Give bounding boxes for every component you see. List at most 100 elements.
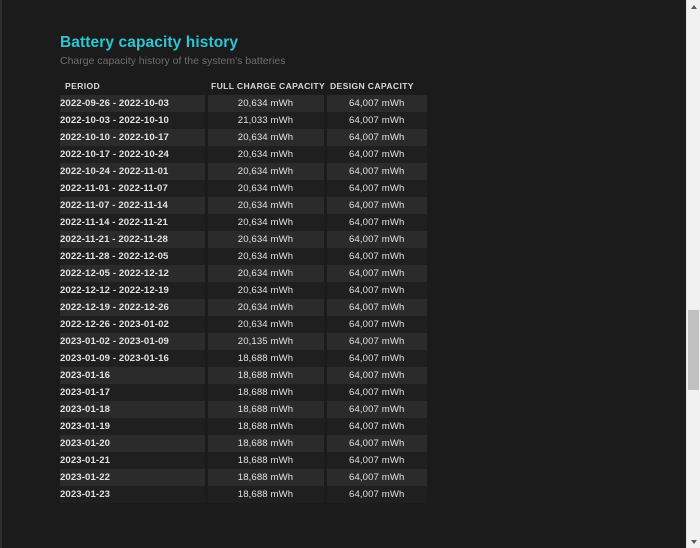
table-row: 2023-01-17 18,688 mWh 64,007 mWh	[60, 384, 427, 401]
table-row: 2022-10-03 - 2022-10-10 21,033 mWh 64,007 …	[60, 112, 427, 129]
scrollbar-track[interactable]	[687, 13, 700, 535]
cell-design_capacity: 64,007 mWh	[325, 316, 427, 333]
cell-full_charge_capacity: 18,688 mWh	[206, 401, 327, 418]
cell-design_capacity: 64,007 mWh	[325, 384, 427, 401]
column-header-design-capacity: DESIGN CAPACITY	[330, 81, 414, 91]
cell-full_charge_capacity: 18,688 mWh	[206, 418, 327, 435]
cell-design_capacity: 64,007 mWh	[325, 197, 427, 214]
table-body: 2022-09-26 - 2022-10-03 20,634 mWh 64,007 …	[60, 95, 427, 503]
cell-period: 2023-01-22	[60, 469, 208, 486]
page-title: Battery capacity history	[60, 34, 239, 51]
battery-report-section: Battery capacity history Charge capacity…	[60, 34, 460, 503]
table-row: 2022-12-26 - 2023-01-02 20,634 mWh 64,007 …	[60, 316, 427, 333]
cell-period: 2022-12-05 - 2022-12-12	[60, 265, 208, 282]
cell-full_charge_capacity: 20,634 mWh	[206, 316, 327, 333]
table-header: PERIOD FULL CHARGE CAPACITY DESIGN CAPAC…	[60, 81, 427, 95]
cell-full_charge_capacity: 20,634 mWh	[206, 146, 327, 163]
table-row: 2023-01-23 18,688 mWh 64,007 mWh	[60, 486, 427, 503]
cell-design_capacity: 64,007 mWh	[325, 401, 427, 418]
cell-full_charge_capacity: 20,634 mWh	[206, 129, 327, 146]
cell-period: 2022-11-14 - 2022-11-21	[60, 214, 208, 231]
cell-full_charge_capacity: 20,634 mWh	[206, 214, 327, 231]
report-page: Battery capacity history Charge capacity…	[0, 0, 686, 548]
table-row: 2022-11-14 - 2022-11-21 20,634 mWh 64,007 …	[60, 214, 427, 231]
battery-capacity-history-table: PERIOD FULL CHARGE CAPACITY DESIGN CAPAC…	[60, 81, 427, 503]
cell-period: 2023-01-23	[60, 486, 208, 503]
table-row: 2022-11-28 - 2022-12-05 20,634 mWh 64,007 …	[60, 248, 427, 265]
vertical-scrollbar[interactable]	[686, 0, 700, 548]
cell-design_capacity: 64,007 mWh	[325, 248, 427, 265]
cell-period: 2023-01-21	[60, 452, 208, 469]
cell-full_charge_capacity: 18,688 mWh	[206, 452, 327, 469]
cell-period: 2022-12-26 - 2023-01-02	[60, 316, 208, 333]
cell-period: 2023-01-09 - 2023-01-16	[60, 350, 208, 367]
table-row: 2022-12-12 - 2022-12-19 20,634 mWh 64,007 …	[60, 282, 427, 299]
cell-full_charge_capacity: 20,634 mWh	[206, 180, 327, 197]
cell-design_capacity: 64,007 mWh	[325, 435, 427, 452]
cell-design_capacity: 64,007 mWh	[325, 214, 427, 231]
cell-full_charge_capacity: 18,688 mWh	[206, 350, 327, 367]
cell-period: 2023-01-16	[60, 367, 208, 384]
cell-design_capacity: 64,007 mWh	[325, 452, 427, 469]
cell-period: 2022-12-19 - 2022-12-26	[60, 299, 208, 316]
cell-full_charge_capacity: 20,634 mWh	[206, 163, 327, 180]
column-header-period: PERIOD	[65, 81, 101, 91]
table-header-row: PERIOD FULL CHARGE CAPACITY DESIGN CAPAC…	[60, 81, 427, 95]
cell-design_capacity: 64,007 mWh	[325, 418, 427, 435]
cell-full_charge_capacity: 20,634 mWh	[206, 265, 327, 282]
cell-full_charge_capacity: 20,634 mWh	[206, 299, 327, 316]
cell-full_charge_capacity: 18,688 mWh	[206, 384, 327, 401]
page-subtitle: Charge capacity history of the system's …	[60, 55, 286, 67]
table-row: 2022-10-10 - 2022-10-17 20,634 mWh 64,007 …	[60, 129, 427, 146]
cell-design_capacity: 64,007 mWh	[325, 333, 427, 350]
cell-full_charge_capacity: 18,688 mWh	[206, 486, 327, 503]
cell-design_capacity: 64,007 mWh	[325, 163, 427, 180]
scroll-down-arrow-icon	[690, 539, 697, 544]
cell-design_capacity: 64,007 mWh	[325, 112, 427, 129]
cell-design_capacity: 64,007 mWh	[325, 469, 427, 486]
table-row: 2023-01-16 18,688 mWh 64,007 mWh	[60, 367, 427, 384]
cell-full_charge_capacity: 20,135 mWh	[206, 333, 327, 350]
cell-full_charge_capacity: 20,634 mWh	[206, 197, 327, 214]
cell-full_charge_capacity: 20,634 mWh	[206, 248, 327, 265]
cell-full_charge_capacity: 18,688 mWh	[206, 435, 327, 452]
scroll-up-button[interactable]	[687, 0, 700, 13]
table-row: 2023-01-19 18,688 mWh 64,007 mWh	[60, 418, 427, 435]
cell-period: 2023-01-17	[60, 384, 208, 401]
table-row: 2022-11-07 - 2022-11-14 20,634 mWh 64,007 …	[60, 197, 427, 214]
cell-design_capacity: 64,007 mWh	[325, 146, 427, 163]
cell-period: 2023-01-18	[60, 401, 208, 418]
table-row: 2022-11-01 - 2022-11-07 20,634 mWh 64,007 …	[60, 180, 427, 197]
cell-period: 2022-11-01 - 2022-11-07	[60, 180, 208, 197]
table-row: 2022-12-05 - 2022-12-12 20,634 mWh 64,007 …	[60, 265, 427, 282]
table-row: 2022-11-21 - 2022-11-28 20,634 mWh 64,007 …	[60, 231, 427, 248]
table-row: 2022-10-17 - 2022-10-24 20,634 mWh 64,007 …	[60, 146, 427, 163]
cell-full_charge_capacity: 20,634 mWh	[206, 95, 327, 112]
column-header-full-charge-capacity: FULL CHARGE CAPACITY	[211, 81, 326, 91]
scroll-up-arrow-icon	[690, 4, 697, 9]
cell-period: 2022-10-10 - 2022-10-17	[60, 129, 208, 146]
scroll-down-button[interactable]	[687, 535, 700, 548]
cell-design_capacity: 64,007 mWh	[325, 350, 427, 367]
cell-design_capacity: 64,007 mWh	[325, 367, 427, 384]
table-row: 2023-01-02 - 2023-01-09 20,135 mWh 64,007 …	[60, 333, 427, 350]
cell-period: 2022-11-21 - 2022-11-28	[60, 231, 208, 248]
cell-full_charge_capacity: 20,634 mWh	[206, 231, 327, 248]
table-row: 2022-09-26 - 2022-10-03 20,634 mWh 64,007 …	[60, 95, 427, 112]
cell-design_capacity: 64,007 mWh	[325, 95, 427, 112]
cell-full_charge_capacity: 21,033 mWh	[206, 112, 327, 129]
table-row: 2023-01-18 18,688 mWh 64,007 mWh	[60, 401, 427, 418]
cell-period: 2023-01-20	[60, 435, 208, 452]
table-row: 2023-01-22 18,688 mWh 64,007 mWh	[60, 469, 427, 486]
cell-design_capacity: 64,007 mWh	[325, 129, 427, 146]
cell-full_charge_capacity: 18,688 mWh	[206, 469, 327, 486]
scrollbar-thumb[interactable]	[688, 310, 699, 390]
table-row: 2022-10-24 - 2022-11-01 20,634 mWh 64,007 …	[60, 163, 427, 180]
table-row: 2023-01-09 - 2023-01-16 18,688 mWh 64,007 …	[60, 350, 427, 367]
cell-design_capacity: 64,007 mWh	[325, 299, 427, 316]
cell-period: 2022-11-07 - 2022-11-14	[60, 197, 208, 214]
cell-design_capacity: 64,007 mWh	[325, 231, 427, 248]
cell-full_charge_capacity: 20,634 mWh	[206, 282, 327, 299]
cell-design_capacity: 64,007 mWh	[325, 282, 427, 299]
cell-period: 2023-01-02 - 2023-01-09	[60, 333, 208, 350]
